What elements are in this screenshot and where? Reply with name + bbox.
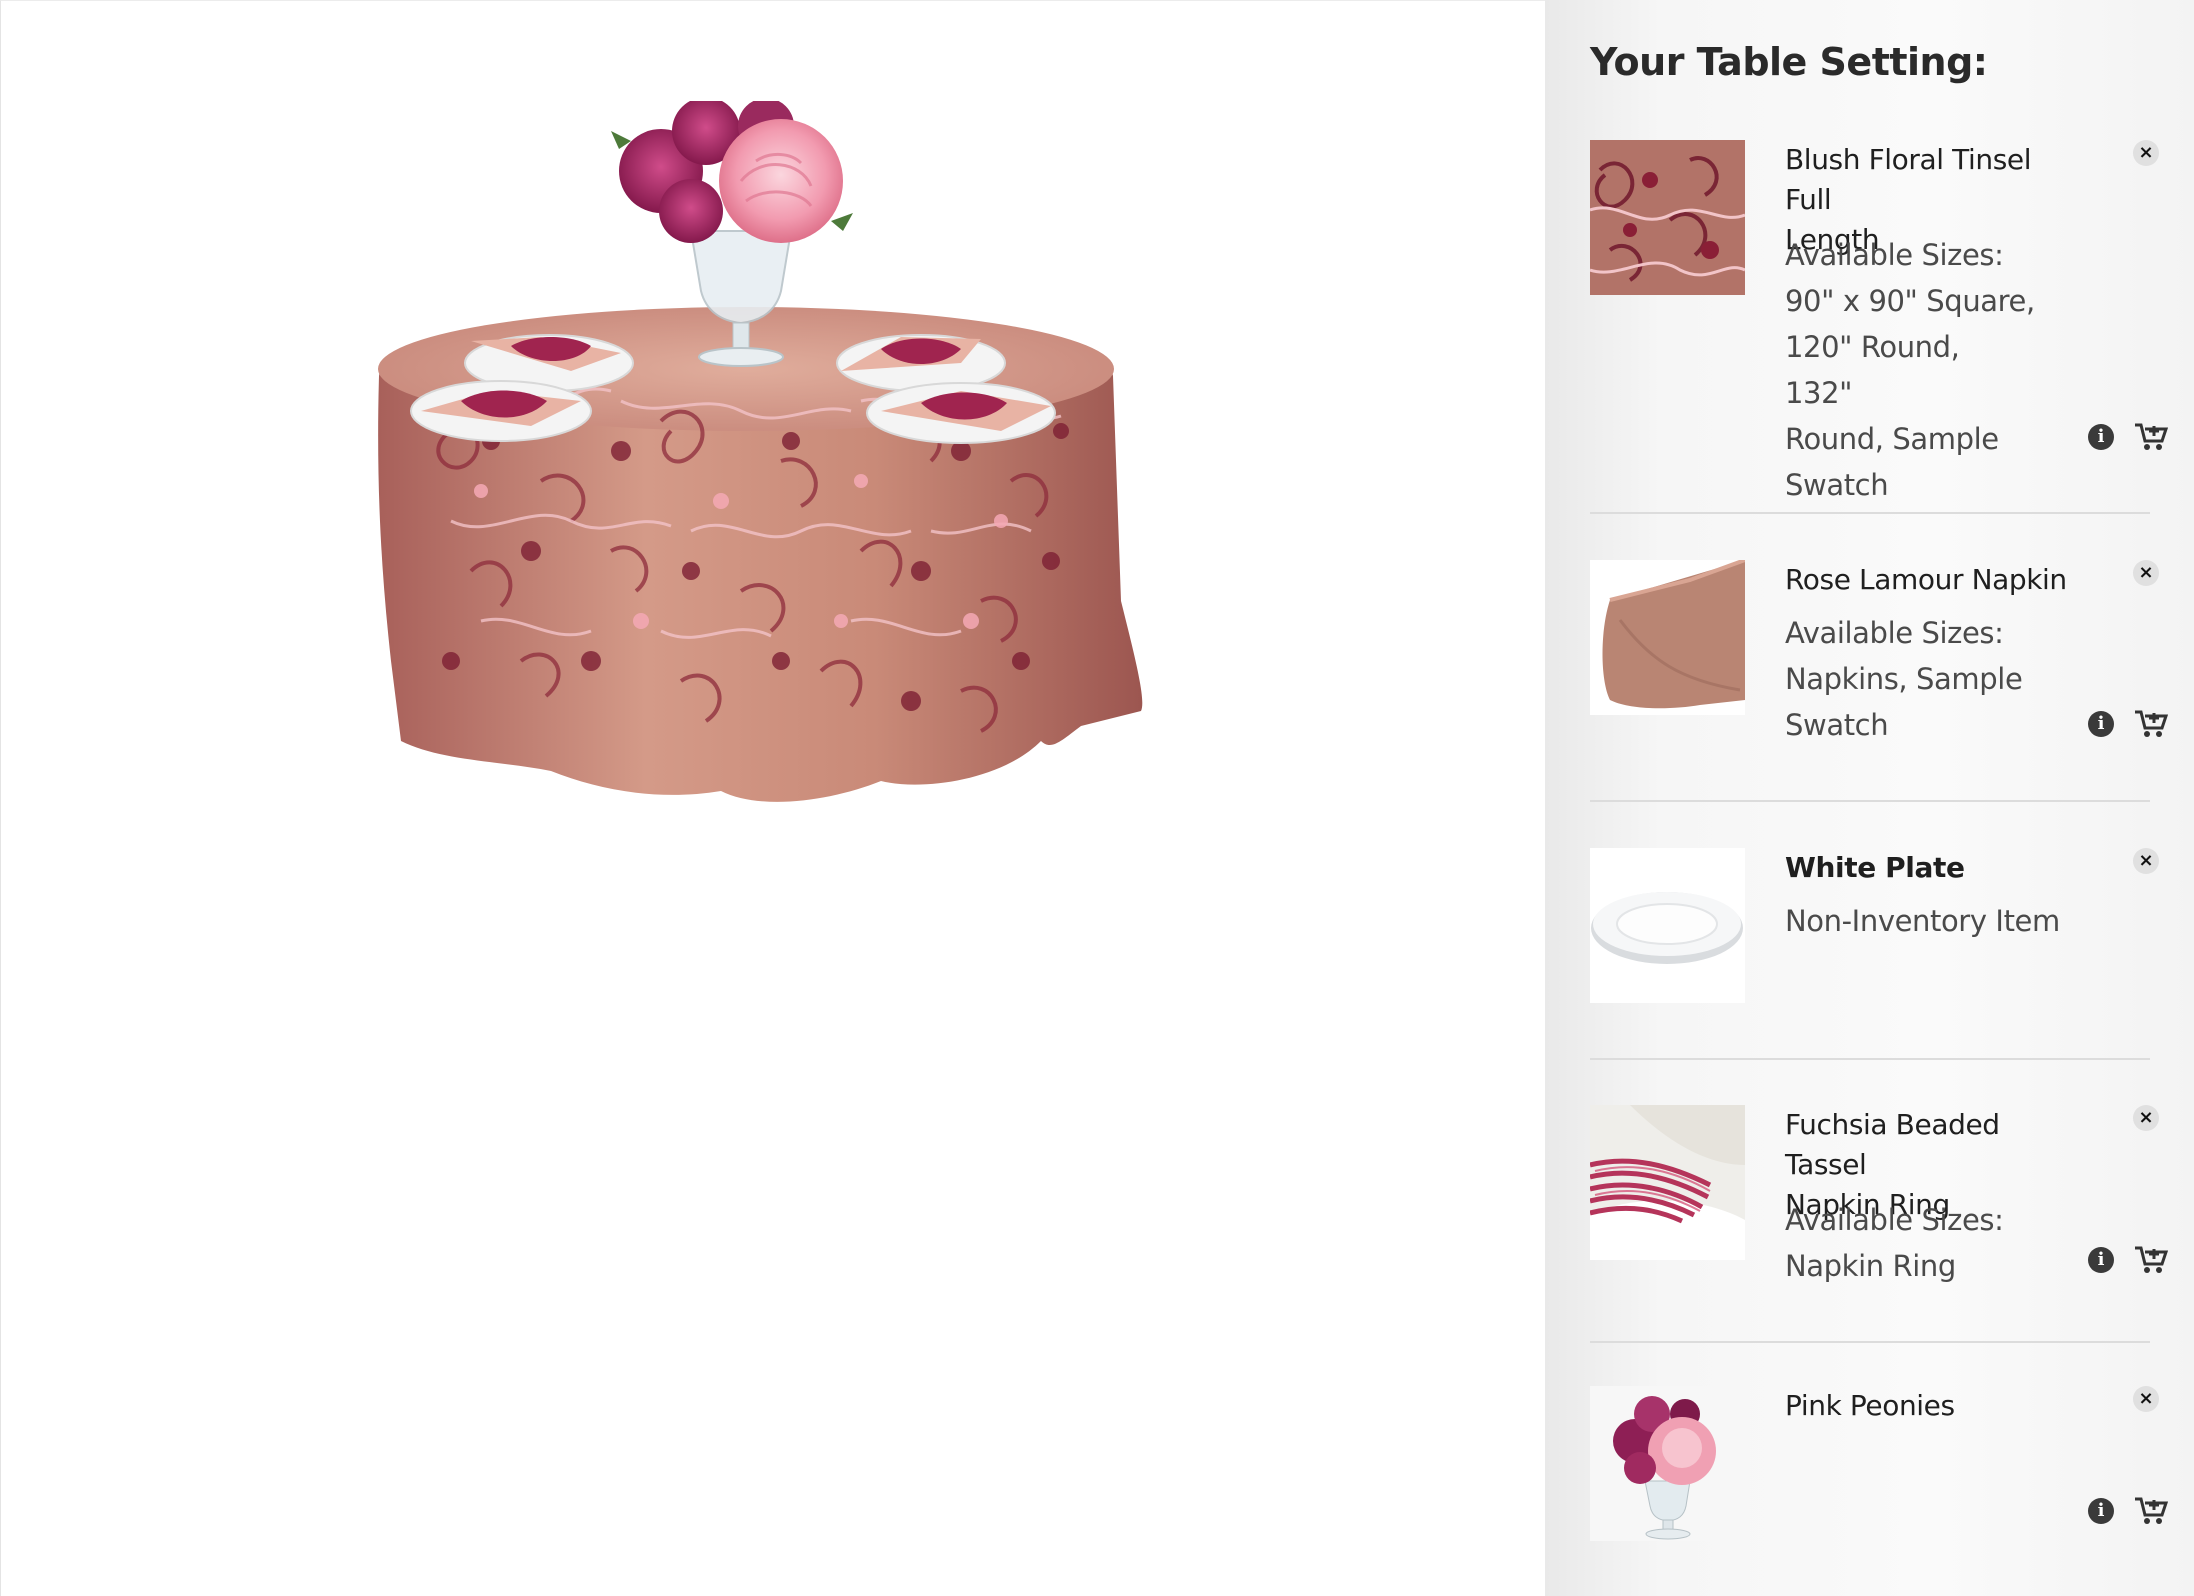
sizes-line: Round, Sample — [1785, 422, 1999, 456]
tablecloth-thumbnail[interactable] — [1590, 140, 1745, 295]
available-sizes: Available Sizes: 90" x 90" Square, 120" … — [1785, 232, 2035, 508]
cart-plus-icon — [2135, 1497, 2168, 1524]
info-icon: i — [2097, 1500, 2105, 1521]
item-divider — [1590, 800, 2150, 802]
peonies-thumbnail[interactable] — [1590, 1386, 1745, 1541]
sizes-line: Swatch — [1785, 708, 1889, 742]
item-name[interactable]: Rose Lamour Napkin — [1785, 560, 2085, 600]
table-setting-preview-image — [378, 101, 1143, 802]
sizes-line: Napkin Ring — [1785, 1249, 1956, 1283]
setting-item-plate: White Plate Non-Inventory Item × — [1590, 848, 2159, 1018]
add-to-cart-button[interactable] — [2134, 709, 2168, 739]
info-button[interactable]: i — [2088, 424, 2114, 450]
sizes-line: Swatch — [1785, 468, 1889, 502]
info-icon: i — [2097, 426, 2105, 447]
info-button[interactable]: i — [2088, 711, 2114, 737]
plate-thumbnail[interactable] — [1590, 848, 1745, 1003]
item-name-line[interactable]: White Plate — [1785, 851, 1965, 884]
close-icon: × — [2138, 142, 2154, 163]
sizes-line: 90" x 90" Square, — [1785, 284, 2035, 318]
setting-item-centerpiece: Pink Peonies × i — [1590, 1386, 2168, 1556]
sizes-line: Non-Inventory Item — [1785, 904, 2060, 938]
close-icon: × — [2138, 562, 2154, 583]
napkin-ring-thumbnail[interactable] — [1590, 1105, 1745, 1260]
cart-plus-icon — [2135, 1246, 2168, 1273]
sizes-line: Napkins, Sample — [1785, 662, 2023, 696]
item-name-line[interactable]: Blush Floral Tinsel Full — [1785, 143, 2032, 216]
sidebar-title: Your Table Setting: — [1590, 40, 1988, 84]
item-divider — [1590, 512, 2150, 514]
table-preview-stage — [0, 0, 1545, 1596]
item-name[interactable]: Pink Peonies — [1785, 1386, 2085, 1426]
setting-item-tablecloth: Blush Floral Tinsel Full Length Availabl… — [1590, 140, 2168, 502]
cart-plus-icon — [2135, 423, 2168, 450]
remove-item-button[interactable]: × — [2133, 848, 2159, 874]
close-icon: × — [2138, 1388, 2154, 1409]
item-divider — [1590, 1341, 2150, 1343]
table-setting-sidebar: Your Table Setting: Blush Floral Tinsel … — [1545, 0, 2194, 1596]
item-name[interactable]: White Plate — [1785, 848, 2085, 888]
add-to-cart-button[interactable] — [2134, 1496, 2168, 1526]
napkin-thumbnail[interactable] — [1590, 560, 1745, 715]
item-name-line[interactable]: Rose Lamour Napkin — [1785, 563, 2067, 596]
setting-item-napkin: Rose Lamour Napkin Available Sizes: Napk… — [1590, 560, 2168, 770]
info-icon: i — [2097, 713, 2105, 734]
add-to-cart-button[interactable] — [2134, 1245, 2168, 1275]
sizes-line: Available Sizes: — [1785, 1203, 2004, 1237]
remove-item-button[interactable]: × — [2133, 1105, 2159, 1131]
info-button[interactable]: i — [2088, 1247, 2114, 1273]
info-icon: i — [2097, 1249, 2105, 1270]
available-sizes: Available Sizes: Napkins, Sample Swatch — [1785, 610, 2035, 748]
add-to-cart-button[interactable] — [2134, 422, 2168, 452]
remove-item-button[interactable]: × — [2133, 1386, 2159, 1412]
close-icon: × — [2138, 1107, 2154, 1128]
item-divider — [1590, 1058, 2150, 1060]
remove-item-button[interactable]: × — [2133, 140, 2159, 166]
item-name-line[interactable]: Pink Peonies — [1785, 1389, 1955, 1422]
info-button[interactable]: i — [2088, 1498, 2114, 1524]
cart-plus-icon — [2135, 710, 2168, 737]
non-inventory-note: Non-Inventory Item — [1785, 898, 2115, 944]
sizes-line: 120" Round, 132" — [1785, 330, 1960, 410]
available-sizes: Available Sizes: Napkin Ring — [1785, 1197, 2035, 1289]
item-name-line[interactable]: Fuchsia Beaded Tassel — [1785, 1108, 2000, 1181]
sizes-line: Available Sizes: — [1785, 238, 2004, 272]
remove-item-button[interactable]: × — [2133, 560, 2159, 586]
sizes-line: Available Sizes: — [1785, 616, 2004, 650]
setting-item-napkin-ring: Fuchsia Beaded Tassel Napkin Ring Availa… — [1590, 1105, 2168, 1305]
close-icon: × — [2138, 850, 2154, 871]
